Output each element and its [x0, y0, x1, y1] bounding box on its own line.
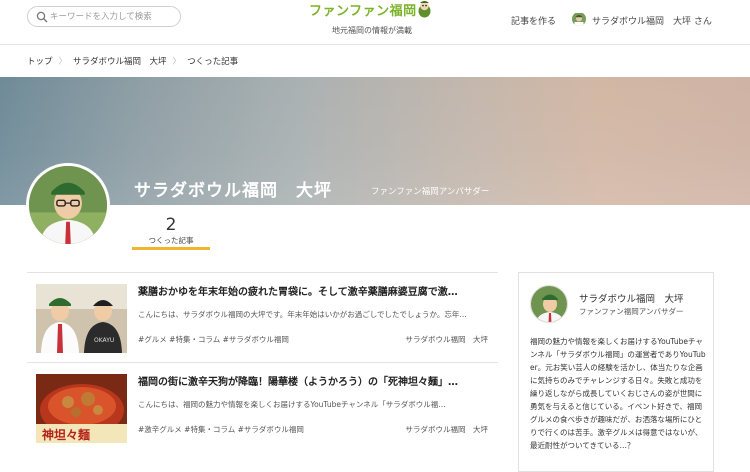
site-logo[interactable]: ファンファン福岡: [309, 0, 434, 20]
breadcrumb-user[interactable]: サラダボウル福岡 大坪: [73, 57, 167, 67]
breadcrumb-current: つくった記事: [187, 57, 239, 67]
card-role: ファンファン福岡アンバサダー: [579, 307, 684, 316]
mascot-icon: [418, 1, 431, 18]
breadcrumb: トップ〉サラダボウル福岡 大坪〉つくった記事: [27, 55, 238, 67]
article-title[interactable]: 福岡の街に激辛天狗が降臨！陽華楼（ようかろう）の「死神坦々麺」…: [138, 373, 488, 388]
svg-text:OKAYU: OKAYU: [94, 337, 114, 344]
site-header: ファンファン福岡 地元福岡の情報が満載 記事を作る サラダボウル福岡 大坪 さん: [0, 0, 750, 45]
breadcrumb-separator: 〉: [172, 57, 182, 67]
card-bio: 福岡の魅力や情報を楽しくお届けするYouTubeチャンネル「サラダボウル福岡」の…: [530, 337, 706, 450]
user-menu-name[interactable]: サラダボウル福岡 大坪 さん: [592, 14, 712, 27]
active-tab-indicator: [132, 247, 210, 250]
svg-text:神坦々麺: 神坦々麺: [42, 427, 90, 442]
breadcrumb-home[interactable]: トップ: [27, 57, 53, 67]
card-avatar: [530, 285, 568, 323]
article-thumbnail[interactable]: OKAYU: [36, 284, 127, 353]
breadcrumb-separator: 〉: [58, 57, 68, 67]
article-count-label[interactable]: つくった記事: [132, 235, 210, 246]
search-box[interactable]: [27, 6, 181, 27]
profile-role: ファンファン福岡アンバサダー: [371, 187, 490, 197]
author-profile-card: サラダボウル福岡 大坪 ファンファン福岡アンバサダー 福岡の魅力や情報を楽しくお…: [518, 272, 714, 472]
user-avatar[interactable]: [572, 12, 586, 26]
card-name: サラダボウル福岡 大坪: [579, 294, 684, 305]
article-card[interactable]: 神坦々麺 福岡の街に激辛天狗が降臨！陽華楼（ようかろう）の「死神坦々麺」… こん…: [27, 362, 498, 452]
profile-name: サラダボウル福岡 大坪: [134, 181, 332, 201]
article-excerpt: こんにちは、福岡の魅力や情報を楽しくお届けするYouTubeチャンネル「サラダボ…: [138, 400, 446, 409]
search-icon: [36, 11, 48, 23]
article-excerpt: こんにちは、サラダボウル福岡の大坪です。年末年始はいかがお過ごしでしたでしょうか…: [138, 310, 467, 319]
article-author[interactable]: サラダボウル福岡 大坪: [406, 334, 489, 345]
article-card[interactable]: OKAYU 薬膳おかゆを年末年始の疲れた胃袋に。そして激辛薬膳麻婆豆腐で激… こ…: [27, 272, 498, 362]
profile-avatar: [26, 163, 110, 247]
search-input[interactable]: [50, 9, 176, 25]
article-tags[interactable]: #激辛グルメ #特集・コラム #サラダボウル福岡: [138, 424, 304, 435]
article-thumbnail[interactable]: 神坦々麺: [36, 374, 127, 443]
avatar: [531, 286, 567, 322]
site-tagline: 地元福岡の情報が満載: [332, 26, 412, 35]
avatar: [29, 166, 107, 244]
logo-text: ファンファン福岡: [309, 4, 417, 19]
avatar: [572, 13, 586, 26]
thumbnail-image: 神坦々麺: [36, 374, 127, 443]
write-article-link[interactable]: 記事を作る: [511, 14, 556, 27]
article-count[interactable]: 2: [132, 215, 210, 235]
article-author[interactable]: サラダボウル福岡 大坪: [406, 424, 489, 435]
article-title[interactable]: 薬膳おかゆを年末年始の疲れた胃袋に。そして激辛薬膳麻婆豆腐で激…: [138, 283, 488, 298]
thumbnail-image: OKAYU: [36, 284, 127, 353]
article-tags[interactable]: #グルメ #特集・コラム #サラダボウル福岡: [138, 334, 289, 345]
